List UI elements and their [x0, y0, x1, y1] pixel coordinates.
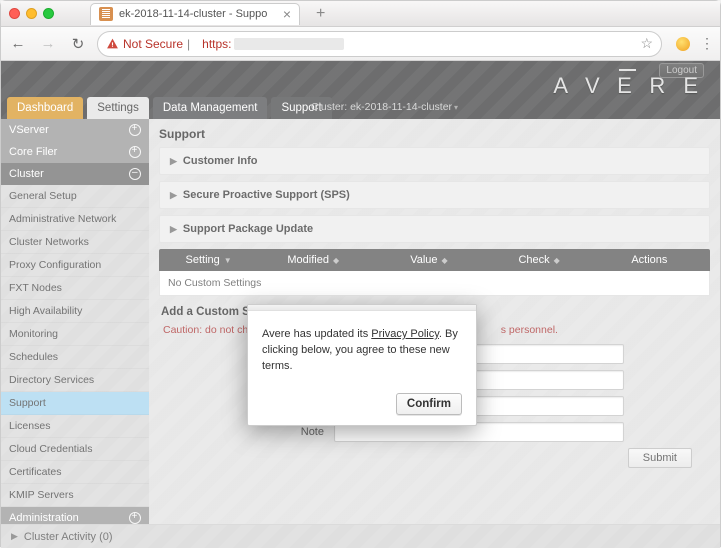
sidebar-item-kmip-servers[interactable]: KMIP Servers	[1, 484, 149, 507]
back-button[interactable]: ←	[7, 33, 29, 55]
app-header: Logout A V E R E Dashboard Settings Data…	[1, 61, 720, 119]
tab-settings[interactable]: Settings	[87, 97, 149, 119]
chevron-right-icon: ▶	[170, 190, 177, 201]
sort-icon: ◆	[554, 256, 560, 265]
new-tab-button[interactable]: +	[316, 5, 325, 23]
collapse-icon	[129, 168, 141, 180]
cluster-activity-bar[interactable]: ▶ Cluster Activity (0)	[1, 524, 720, 548]
sidebar-item-fxt-nodes[interactable]: FXT Nodes	[1, 277, 149, 300]
privacy-policy-modal: Avere has updated its Privacy Policy. By…	[247, 304, 477, 426]
mac-maximize-button[interactable]	[43, 8, 54, 19]
tab-title: ek-2018-11-14-cluster - Suppo	[119, 8, 267, 20]
mac-close-button[interactable]	[9, 8, 20, 19]
url-redacted	[234, 38, 344, 50]
sidebar-group-vserver[interactable]: VServer	[1, 119, 149, 141]
sidebar-item-high-availability[interactable]: High Availability	[1, 300, 149, 323]
sidebar-item-proxy-configuration[interactable]: Proxy Configuration	[1, 254, 149, 277]
tab-dashboard[interactable]: Dashboard	[7, 97, 83, 119]
sidebar-item-certificates[interactable]: Certificates	[1, 461, 149, 484]
panel-sps[interactable]: ▶Secure Proactive Support (SPS)	[159, 181, 710, 209]
submit-button[interactable]: Submit	[628, 448, 692, 468]
sidebar-item-cloud-credentials[interactable]: Cloud Credentials	[1, 438, 149, 461]
chevron-right-icon: ▶	[11, 531, 18, 542]
url-box[interactable]: Not Secure | https: ☆	[97, 31, 662, 57]
col-value[interactable]: Value	[410, 254, 437, 266]
sidebar-group-cluster[interactable]: Cluster	[1, 163, 149, 185]
tab-data-management[interactable]: Data Management	[153, 97, 268, 119]
chevron-right-icon: ▶	[170, 156, 177, 167]
tab-close-icon[interactable]: ×	[283, 8, 291, 20]
sidebar-item-schedules[interactable]: Schedules	[1, 346, 149, 369]
security-warning: Not Secure	[106, 37, 183, 51]
mac-minimize-button[interactable]	[26, 8, 37, 19]
browser-tab[interactable]: ek-2018-11-14-cluster - Suppo ×	[90, 3, 300, 25]
cluster-breadcrumb[interactable]: Cluster: ek-2018-11-14-cluster▾	[311, 101, 458, 113]
page-title: Support	[159, 127, 710, 141]
warning-triangle-icon	[106, 37, 119, 50]
sidebar-item-administrative-network[interactable]: Administrative Network	[1, 208, 149, 231]
privacy-policy-link[interactable]: Privacy Policy	[371, 328, 439, 340]
forward-button[interactable]: →	[37, 33, 59, 55]
col-modified[interactable]: Modified	[287, 254, 329, 266]
col-setting[interactable]: Setting	[186, 254, 220, 266]
titlebar: ek-2018-11-14-cluster - Suppo × +	[1, 1, 720, 27]
settings-table-header: Setting ▼ Modified ◆ Value ◆ Check ◆ Actions	[159, 249, 710, 271]
sidebar-item-general-setup[interactable]: General Setup	[1, 185, 149, 208]
modal-message: Avere has updated its Privacy Policy. By…	[262, 327, 462, 375]
url-scheme: https:	[202, 37, 231, 51]
sidebar: VServer Core Filer Cluster General Setup…	[1, 119, 149, 548]
browser-menu-icon[interactable]: ⋮	[700, 35, 712, 52]
chevron-down-icon: ▾	[454, 103, 458, 112]
sidebar-item-directory-services[interactable]: Directory Services	[1, 369, 149, 392]
favicon-icon	[99, 7, 113, 21]
form-label-note: Note	[159, 426, 334, 438]
expand-icon	[129, 512, 141, 524]
panel-package-update[interactable]: ▶Support Package Update	[159, 215, 710, 243]
chevron-right-icon: ▶	[170, 224, 177, 235]
url-separator: |	[187, 37, 190, 51]
sidebar-item-monitoring[interactable]: Monitoring	[1, 323, 149, 346]
sidebar-item-cluster-networks[interactable]: Cluster Networks	[1, 231, 149, 254]
col-check[interactable]: Check	[518, 254, 549, 266]
expand-icon	[129, 124, 141, 136]
sort-icon: ◆	[333, 256, 339, 265]
expand-icon	[129, 146, 141, 158]
panel-customer-info[interactable]: ▶Customer Info	[159, 147, 710, 175]
brand-logo: A V E R E	[553, 73, 704, 99]
bookmark-star-icon[interactable]: ☆	[640, 35, 653, 52]
reload-button[interactable]: ↻	[67, 33, 89, 55]
address-bar: ← → ↻ Not Secure | https: ☆ ⋮	[1, 27, 720, 61]
confirm-button[interactable]: Confirm	[396, 393, 462, 415]
col-actions: Actions	[631, 254, 667, 266]
extension-icon[interactable]	[676, 37, 690, 51]
sidebar-item-licenses[interactable]: Licenses	[1, 415, 149, 438]
cluster-activity-label: Cluster Activity (0)	[24, 531, 113, 543]
sort-icon: ▼	[224, 256, 232, 265]
sidebar-group-corefiler[interactable]: Core Filer	[1, 141, 149, 163]
sort-icon: ◆	[442, 256, 448, 265]
sidebar-item-support[interactable]: Support	[1, 392, 149, 415]
settings-table-empty: No Custom Settings	[159, 271, 710, 296]
